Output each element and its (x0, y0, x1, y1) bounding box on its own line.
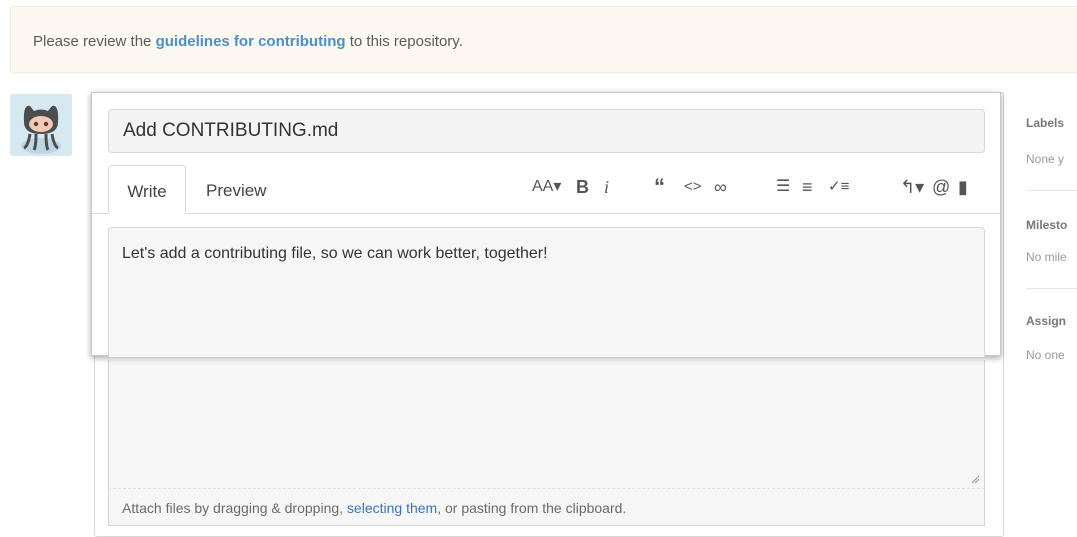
comment-body-textarea[interactable]: Let's add a contributing file, so we can… (108, 227, 985, 357)
select-files-link[interactable]: selecting them (347, 500, 437, 516)
tab-preview[interactable]: Preview (206, 165, 286, 214)
code-icon[interactable]: <> (684, 175, 702, 199)
tab-write[interactable]: Write (108, 165, 186, 214)
avatar (10, 94, 72, 156)
ordered-list-icon[interactable]: ≡ (802, 175, 813, 199)
contributing-guidelines-link[interactable]: guidelines for contributing (156, 33, 346, 50)
bold-icon[interactable]: B (576, 175, 589, 199)
assignees-value: No one (1026, 348, 1065, 362)
task-list-icon[interactable]: ✓≡ (828, 175, 849, 199)
octocat-icon (10, 94, 72, 156)
sidebar-divider (1026, 288, 1077, 289)
saved-reply-icon[interactable]: ▮ (958, 175, 968, 199)
notice-text-after: to this repository. (345, 33, 463, 50)
labels-heading[interactable]: Labels (1026, 116, 1064, 130)
attach-text-before: Attach files by dragging & dropping, (122, 500, 347, 516)
reply-icon[interactable]: ↰▾ (900, 175, 924, 199)
milestone-value: No mile (1026, 250, 1067, 264)
milestone-heading[interactable]: Milesto (1026, 218, 1067, 232)
link-icon[interactable]: ∞ (714, 175, 727, 199)
italic-icon[interactable]: i (604, 175, 609, 199)
magnified-editor: Write Preview AA▾ B i “ <> ∞ ☰ ≡ ✓≡ ↰▾ @… (91, 92, 1001, 357)
mention-icon[interactable]: @ (932, 175, 950, 199)
unordered-list-icon[interactable]: ☰ (776, 175, 790, 199)
notice-text-before: Please review the (33, 33, 156, 50)
resize-grip-icon[interactable] (970, 474, 980, 484)
sidebar-divider (1026, 190, 1077, 191)
issue-title-input[interactable] (108, 109, 985, 153)
assignees-heading[interactable]: Assign (1026, 314, 1066, 328)
labels-value: None y (1026, 152, 1065, 166)
contributing-notice: Please review the guidelines for contrib… (10, 6, 1077, 73)
comment-textarea-lower[interactable] (108, 360, 985, 488)
attach-text-after: , or pasting from the clipboard. (437, 500, 627, 516)
header-text-icon[interactable]: AA▾ (532, 175, 561, 199)
attach-files-bar[interactable]: Attach files by dragging & dropping, sel… (108, 488, 985, 526)
quote-icon[interactable]: “ (654, 175, 665, 199)
